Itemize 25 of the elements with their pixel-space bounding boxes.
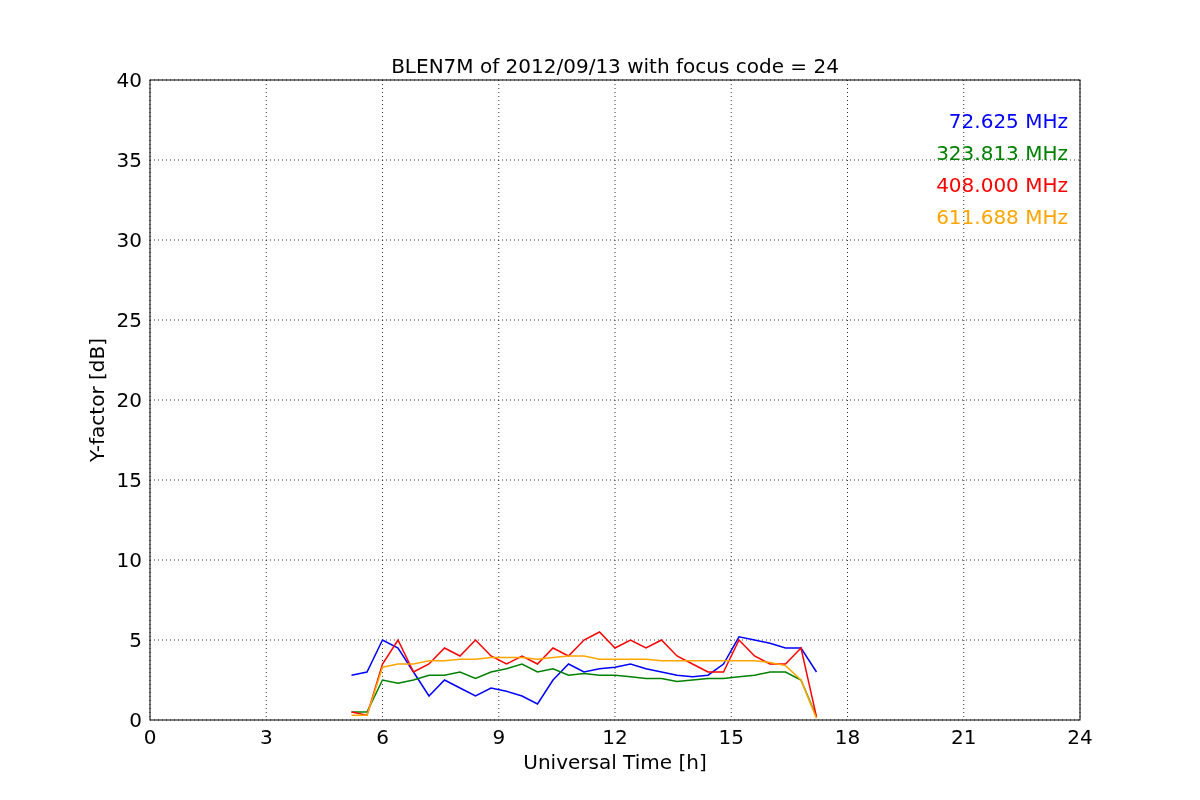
tick-label: 9 xyxy=(492,725,506,749)
legend-label: 408.000 MHz xyxy=(936,173,1068,197)
tick-label: 40 xyxy=(116,68,142,92)
tick-label: 18 xyxy=(834,725,861,749)
tick-label: 5 xyxy=(129,628,142,652)
legend-label: 72.625 MHz xyxy=(948,109,1068,133)
tick-label: 30 xyxy=(116,228,142,252)
tick-label: 20 xyxy=(116,388,142,412)
tick-label: 15 xyxy=(718,725,744,749)
tick-label: 6 xyxy=(376,725,389,749)
tick-label: 15 xyxy=(116,468,142,492)
tick-label: 12 xyxy=(602,725,628,749)
tick-label: 0 xyxy=(129,708,142,732)
tick-label: 35 xyxy=(116,148,142,172)
chart-title: BLEN7M of 2012/09/13 with focus code = 24 xyxy=(391,54,839,78)
legend-label: 611.688 MHz xyxy=(936,205,1068,229)
tick-label: 21 xyxy=(951,725,977,749)
tick-label: 24 xyxy=(1067,725,1093,749)
y-axis-label: Y-factor [dB] xyxy=(85,338,109,462)
tick-label: 3 xyxy=(259,725,273,749)
legend-label: 323.813 MHz xyxy=(936,141,1068,165)
tick-label: 0 xyxy=(143,725,157,749)
tick-label: 10 xyxy=(116,548,142,572)
x-axis-label: Universal Time [h] xyxy=(523,750,707,774)
tick-label: 25 xyxy=(116,308,142,332)
